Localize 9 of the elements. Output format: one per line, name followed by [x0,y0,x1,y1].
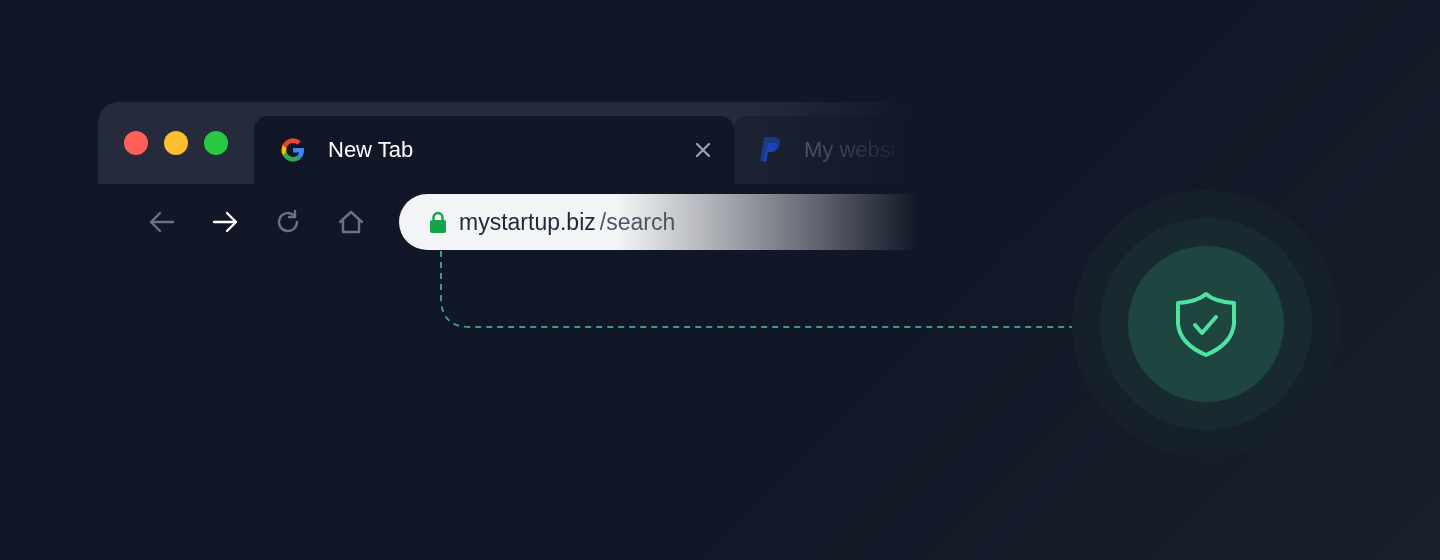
tab-title: New Tab [328,137,415,163]
url-domain: mystartup.biz [459,208,596,236]
close-icon[interactable] [694,141,712,159]
window-control-button[interactable] [124,131,148,155]
browser-tab[interactable]: New Tab [254,116,734,184]
window-control-button[interactable] [204,131,228,155]
window-control-button[interactable] [164,131,188,155]
shield-check-icon [1176,292,1236,357]
url-path: /search [599,208,676,236]
